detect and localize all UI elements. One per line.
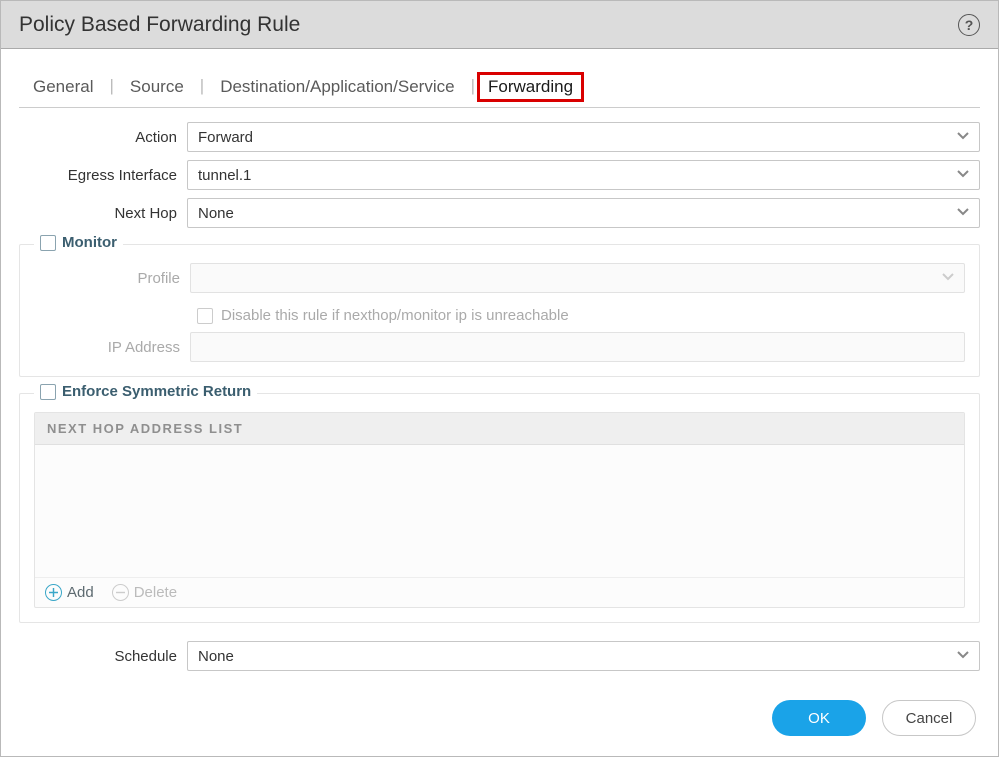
minus-icon <box>112 584 129 601</box>
symmetric-legend-text: Enforce Symmetric Return <box>62 383 251 400</box>
profile-label: Profile <box>34 270 182 287</box>
schedule-label: Schedule <box>19 648 179 665</box>
egress-value: tunnel.1 <box>198 167 251 184</box>
disable-rule-checkbox <box>197 308 213 324</box>
tab-separator: | <box>107 76 115 102</box>
ok-button[interactable]: OK <box>772 700 866 736</box>
tab-forwarding[interactable]: Forwarding <box>477 72 584 102</box>
monitor-grid: Profile Disable this rule if nexthop/mon… <box>34 263 965 362</box>
disable-rule-row: Disable this rule if nexthop/monitor ip … <box>197 307 965 324</box>
delete-button-label: Delete <box>134 584 177 601</box>
ip-address-label: IP Address <box>34 339 182 356</box>
action-label: Action <box>19 129 179 146</box>
add-button[interactable]: Add <box>45 584 94 601</box>
monitor-checkbox[interactable] <box>40 235 56 251</box>
ip-address-input <box>190 332 965 362</box>
dialog-content: General | Source | Destination/Applicati… <box>1 49 998 686</box>
dialog-title: Policy Based Forwarding Rule <box>19 13 958 37</box>
symmetric-checkbox[interactable] <box>40 384 56 400</box>
tab-general[interactable]: General <box>19 71 107 107</box>
dialog-footer: OK Cancel <box>1 686 998 756</box>
form-top: Action Forward Egress Interface tunnel.1… <box>19 122 980 228</box>
nexthop-select[interactable]: None <box>187 198 980 228</box>
dialog-window: Policy Based Forwarding Rule ? General |… <box>0 0 999 757</box>
nexthop-address-list-body <box>35 445 964 577</box>
nexthop-address-toolbar: Add Delete <box>35 577 964 607</box>
plus-icon <box>45 584 62 601</box>
chevron-down-icon <box>955 203 971 223</box>
monitor-legend-text: Monitor <box>62 234 117 251</box>
nexthop-address-list: NEXT HOP ADDRESS LIST Add Delete <box>34 412 965 608</box>
chevron-down-icon <box>940 268 956 288</box>
monitor-fieldset: Monitor Profile Disable this rule if nex… <box>19 244 980 377</box>
tab-destination-application-service[interactable]: Destination/Application/Service <box>206 71 468 107</box>
nexthop-address-list-header: NEXT HOP ADDRESS LIST <box>35 413 964 445</box>
help-icon[interactable]: ? <box>958 14 980 36</box>
disable-rule-label: Disable this rule if nexthop/monitor ip … <box>221 307 569 324</box>
cancel-button[interactable]: Cancel <box>882 700 976 736</box>
egress-interface-select[interactable]: tunnel.1 <box>187 160 980 190</box>
chevron-down-icon <box>955 165 971 185</box>
symmetric-legend: Enforce Symmetric Return <box>34 383 257 400</box>
add-button-label: Add <box>67 584 94 601</box>
chevron-down-icon <box>955 127 971 147</box>
profile-select <box>190 263 965 293</box>
schedule-value: None <box>198 648 234 665</box>
tab-bar: General | Source | Destination/Applicati… <box>19 71 980 108</box>
tab-source[interactable]: Source <box>116 71 198 107</box>
form-schedule: Schedule None <box>19 641 980 671</box>
tab-separator: | <box>469 76 477 102</box>
action-value: Forward <box>198 129 253 146</box>
nexthop-label: Next Hop <box>19 205 179 222</box>
monitor-legend: Monitor <box>34 234 123 251</box>
nexthop-value: None <box>198 205 234 222</box>
delete-button: Delete <box>112 584 177 601</box>
egress-label: Egress Interface <box>19 167 179 184</box>
title-bar: Policy Based Forwarding Rule ? <box>1 1 998 49</box>
action-select[interactable]: Forward <box>187 122 980 152</box>
tab-separator: | <box>198 76 206 102</box>
chevron-down-icon <box>955 646 971 666</box>
symmetric-fieldset: Enforce Symmetric Return NEXT HOP ADDRES… <box>19 393 980 623</box>
schedule-select[interactable]: None <box>187 641 980 671</box>
